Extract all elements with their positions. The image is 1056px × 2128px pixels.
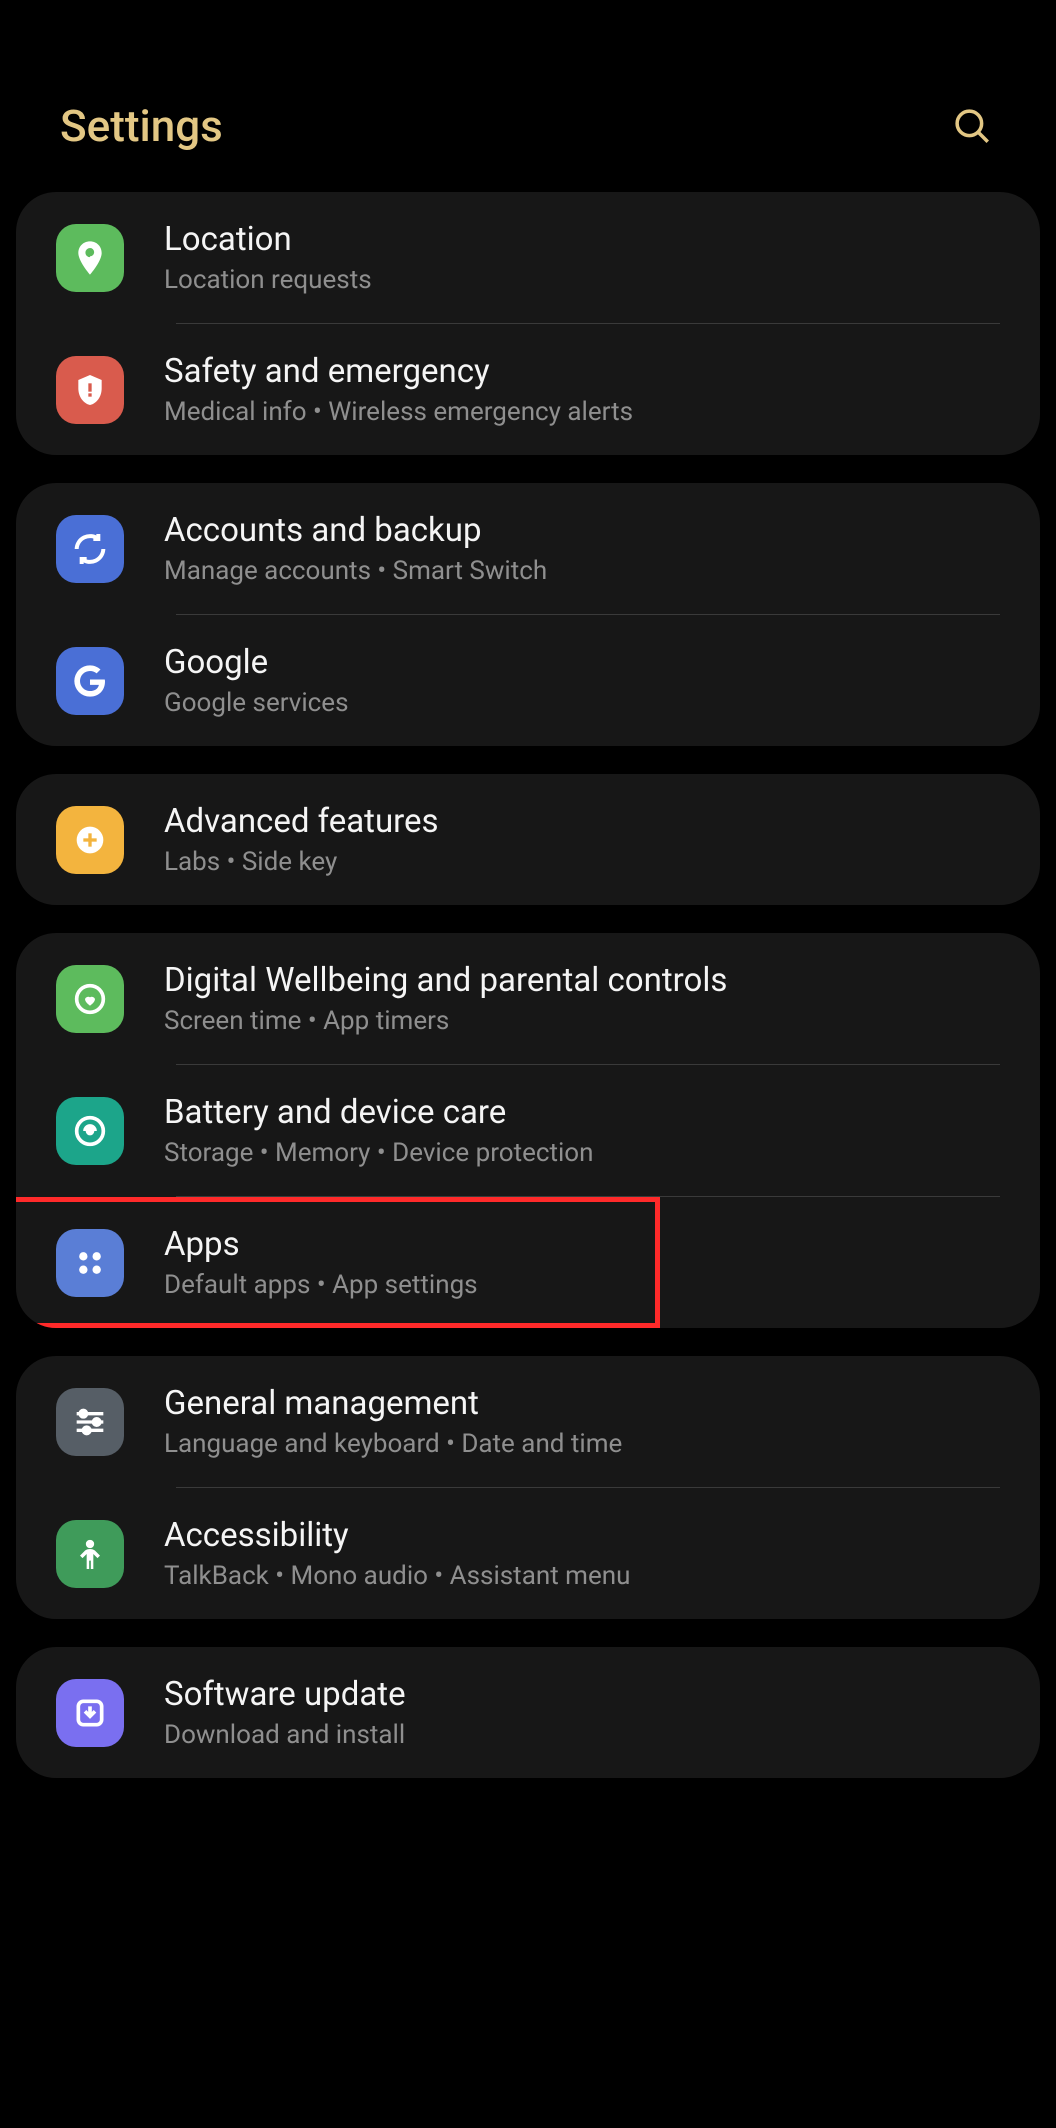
search-icon	[951, 105, 993, 147]
settings-item-general[interactable]: General management Language and keyboard …	[16, 1356, 1040, 1487]
settings-item-apps[interactable]: Apps Default apps • App settings	[16, 1197, 1040, 1328]
settings-item-title: Accessibility	[164, 1516, 1000, 1555]
settings-item-title: Google	[164, 643, 1000, 682]
settings-item-subtitle: Google services	[164, 688, 1000, 718]
settings-item-text: Apps Default apps • App settings	[164, 1225, 1000, 1300]
apps-icon	[56, 1229, 124, 1297]
settings-item-software[interactable]: Software update Download and install	[16, 1647, 1040, 1778]
settings-item-location[interactable]: Location Location requests	[16, 192, 1040, 323]
settings-group: Advanced features Labs • Side key	[16, 774, 1040, 905]
settings-item-subtitle: Location requests	[164, 265, 1000, 295]
settings-list: Location Location requests Safety and emer…	[0, 192, 1056, 1778]
sync-icon	[56, 515, 124, 583]
settings-item-text: Google Google services	[164, 643, 1000, 718]
settings-item-text: Accessibility TalkBack • Mono audio • Ass…	[164, 1516, 1000, 1591]
settings-item-title: Software update	[164, 1675, 1000, 1714]
settings-item-title: Apps	[164, 1225, 1000, 1264]
settings-item-text: General management Language and keyboard …	[164, 1384, 1000, 1459]
search-button[interactable]	[948, 102, 996, 150]
settings-item-text: Location Location requests	[164, 220, 1000, 295]
settings-item-accounts[interactable]: Accounts and backup Manage accounts • Sma…	[16, 483, 1040, 614]
settings-item-subtitle: TalkBack • Mono audio • Assistant menu	[164, 1561, 1000, 1591]
settings-item-text: Digital Wellbeing and parental controls S…	[164, 961, 1000, 1036]
settings-item-wellbeing[interactable]: Digital Wellbeing and parental controls S…	[16, 933, 1040, 1064]
safety-icon	[56, 356, 124, 424]
settings-item-title: Battery and device care	[164, 1093, 1000, 1132]
settings-item-text: Battery and device care Storage • Memory …	[164, 1093, 1000, 1168]
settings-item-subtitle: Labs • Side key	[164, 847, 1000, 877]
settings-item-subtitle: Language and keyboard • Date and time	[164, 1429, 1000, 1459]
settings-item-subtitle: Screen time • App timers	[164, 1006, 1000, 1036]
settings-item-text: Advanced features Labs • Side key	[164, 802, 1000, 877]
settings-group: Digital Wellbeing and parental controls S…	[16, 933, 1040, 1328]
settings-item-title: Location	[164, 220, 1000, 259]
settings-item-subtitle: Storage • Memory • Device protection	[164, 1138, 1000, 1168]
settings-item-subtitle: Manage accounts • Smart Switch	[164, 556, 1000, 586]
settings-item-subtitle: Download and install	[164, 1720, 1000, 1750]
settings-item-title: General management	[164, 1384, 1000, 1423]
settings-group: Accounts and backup Manage accounts • Sma…	[16, 483, 1040, 746]
settings-item-text: Software update Download and install	[164, 1675, 1000, 1750]
person-icon	[56, 1520, 124, 1588]
settings-item-safety[interactable]: Safety and emergency Medical info • Wirel…	[16, 324, 1040, 455]
settings-item-title: Digital Wellbeing and parental controls	[164, 961, 1000, 1000]
google-icon	[56, 647, 124, 715]
update-icon	[56, 1679, 124, 1747]
plusgear-icon	[56, 806, 124, 874]
settings-item-subtitle: Medical info • Wireless emergency alerts	[164, 397, 1000, 427]
sliders-icon	[56, 1388, 124, 1456]
settings-item-google[interactable]: Google Google services	[16, 615, 1040, 746]
settings-item-text: Accounts and backup Manage accounts • Sma…	[164, 511, 1000, 586]
settings-item-advanced[interactable]: Advanced features Labs • Side key	[16, 774, 1040, 905]
page-title: Settings	[60, 100, 223, 152]
settings-item-title: Safety and emergency	[164, 352, 1000, 391]
settings-group: General management Language and keyboard …	[16, 1356, 1040, 1619]
settings-group: Location Location requests Safety and emer…	[16, 192, 1040, 455]
settings-item-title: Accounts and backup	[164, 511, 1000, 550]
battery-icon	[56, 1097, 124, 1165]
header: Settings	[0, 0, 1056, 192]
location-icon	[56, 224, 124, 292]
settings-item-accessibility[interactable]: Accessibility TalkBack • Mono audio • Ass…	[16, 1488, 1040, 1619]
settings-item-title: Advanced features	[164, 802, 1000, 841]
settings-item-subtitle: Default apps • App settings	[164, 1270, 1000, 1300]
wellbeing-icon	[56, 965, 124, 1033]
settings-group: Software update Download and install	[16, 1647, 1040, 1778]
settings-item-text: Safety and emergency Medical info • Wirel…	[164, 352, 1000, 427]
settings-item-battery[interactable]: Battery and device care Storage • Memory …	[16, 1065, 1040, 1196]
